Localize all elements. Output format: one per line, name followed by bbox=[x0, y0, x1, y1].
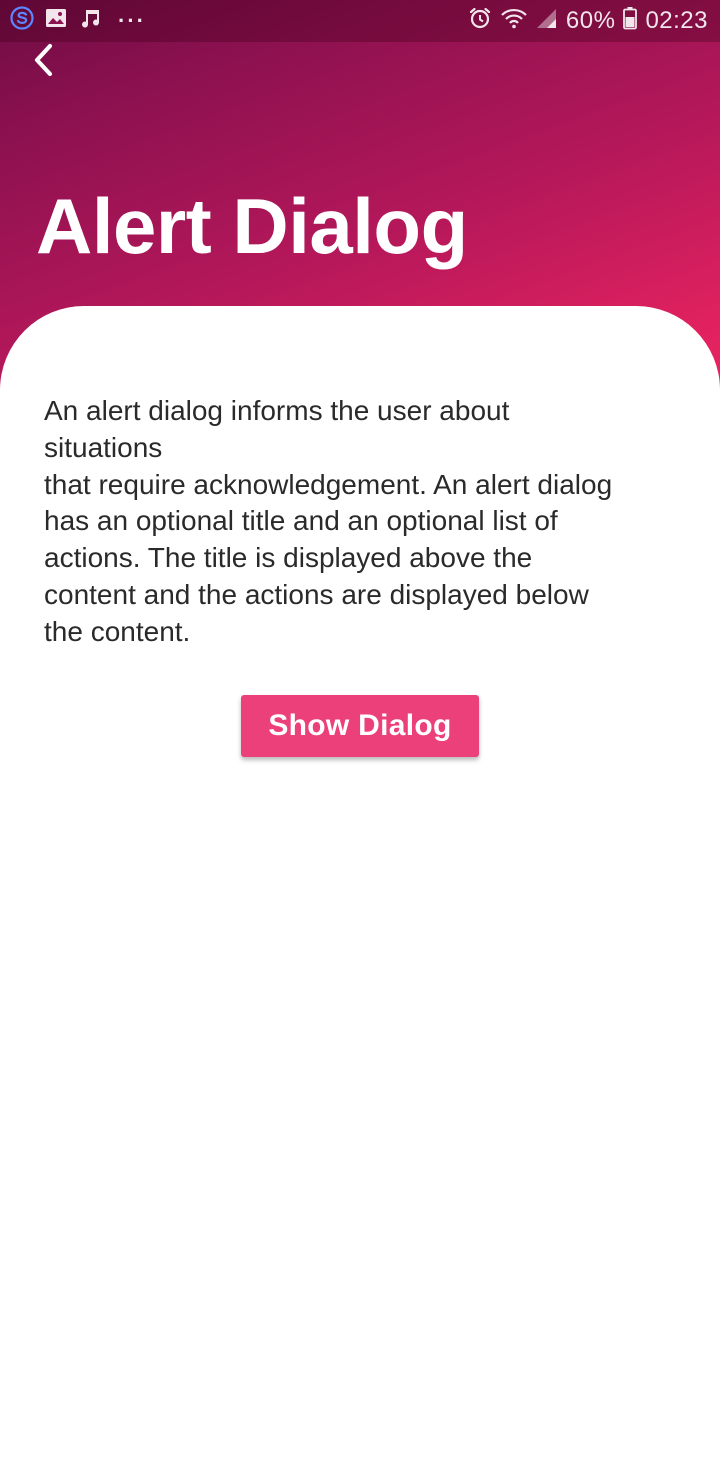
show-dialog-button[interactable]: Show Dialog bbox=[241, 695, 479, 757]
music-note-icon bbox=[78, 6, 102, 37]
signal-icon bbox=[536, 6, 558, 37]
status-bar: ··· 60% 02:23 bbox=[0, 0, 720, 42]
show-dialog-button-label: Show Dialog bbox=[268, 709, 452, 742]
status-right-group: 60% 02:23 bbox=[468, 6, 708, 36]
wifi-icon bbox=[500, 6, 528, 37]
battery-percent: 60% bbox=[565, 7, 616, 34]
app-s-icon bbox=[10, 5, 34, 37]
page-title: Alert Dialog bbox=[36, 182, 468, 270]
image-icon bbox=[44, 6, 68, 37]
status-left-group: ··· bbox=[10, 5, 146, 37]
alarm-icon bbox=[468, 6, 492, 37]
back-arrow-icon bbox=[29, 42, 59, 83]
battery-icon bbox=[623, 6, 638, 37]
description-text: An alert dialog informs the user about s… bbox=[44, 395, 613, 647]
clock: 02:23 bbox=[645, 7, 708, 34]
back-button[interactable] bbox=[22, 40, 66, 84]
more-dots-icon: ··· bbox=[118, 8, 146, 33]
